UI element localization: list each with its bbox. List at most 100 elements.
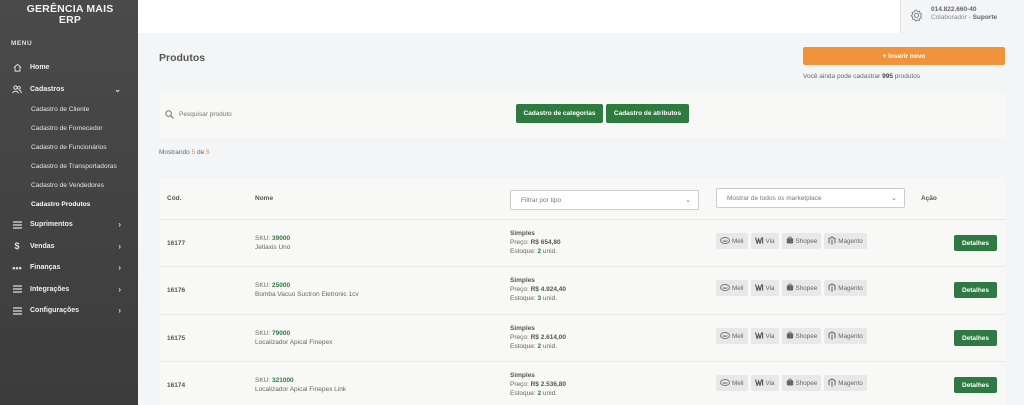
categories-button[interactable]: Cadastro de categorias bbox=[516, 104, 603, 123]
sidebar-item-cadastros[interactable]: Cadastros ⌄ bbox=[0, 79, 138, 101]
sidebar-item-label: Suprimentos bbox=[30, 221, 73, 229]
marketplace-label: Via bbox=[765, 284, 775, 292]
marketplace-badge-shopee[interactable]: Shopee bbox=[781, 280, 822, 296]
marketplace-badge-meli[interactable]: Meli bbox=[716, 375, 748, 391]
product-code: 16177 bbox=[167, 240, 186, 247]
marketplace-badge-via[interactable]: Via bbox=[750, 233, 779, 249]
marketplace-badge-shopee[interactable]: Shopee bbox=[781, 328, 822, 344]
marketplace-label: Meli bbox=[732, 332, 744, 340]
marketplace-label: Shopee bbox=[795, 237, 818, 245]
price-value: R$ 654,80 bbox=[530, 239, 561, 246]
brand-logo[interactable]: GERÊNCIA MAIS ERP bbox=[14, 4, 126, 26]
marketplace-badge-meli[interactable]: Meli bbox=[716, 280, 748, 296]
price-value: R$ 4.924,40 bbox=[530, 286, 567, 293]
meli-icon bbox=[720, 236, 732, 246]
product-sku: SKU: 321000 bbox=[255, 377, 294, 384]
sidebar-item-integracoes[interactable]: Integrações › bbox=[0, 279, 138, 301]
details-button[interactable]: Detalhes bbox=[954, 377, 997, 393]
magento-icon bbox=[828, 282, 838, 294]
product-type: Simples bbox=[510, 372, 535, 379]
user-role-prefix: Colaborador - bbox=[931, 14, 973, 21]
stock-unit: unid. bbox=[541, 390, 557, 397]
stock-label: Estoque: bbox=[510, 248, 538, 255]
marketplace-badge-magento[interactable]: Magento bbox=[824, 375, 867, 391]
marketplace-filter-value: Mostrar de todos os marketplace bbox=[727, 194, 822, 202]
stock-label: Estoque: bbox=[510, 295, 538, 302]
sidebar-item-label: Home bbox=[30, 64, 50, 72]
product-name: Localizador Apical Finepex bbox=[255, 339, 333, 346]
sidebar-item-configuracoes[interactable]: Configurações › bbox=[0, 300, 138, 322]
sidebar-item-vendas[interactable]: $ Vendas › bbox=[0, 236, 138, 258]
sidebar-item-label: Configurações bbox=[30, 307, 80, 315]
list-icon bbox=[12, 220, 22, 230]
marketplace-badge-via[interactable]: Via bbox=[750, 375, 779, 391]
showing-total: 5 bbox=[206, 149, 210, 156]
cadastros-submenu: Cadastro de Cliente Cadastro de Forneced… bbox=[0, 100, 138, 214]
sidebar-subitem-vendedores[interactable]: Cadastro de Vendedores bbox=[0, 176, 138, 195]
sku-value: 25000 bbox=[271, 282, 291, 289]
col-header-name: Nome bbox=[255, 195, 274, 202]
sidebar-subitem-cliente[interactable]: Cadastro de Cliente bbox=[0, 100, 138, 119]
home-icon bbox=[12, 63, 22, 73]
stock-label: Estoque: bbox=[510, 390, 538, 397]
marketplace-badge-meli[interactable]: Meli bbox=[716, 328, 748, 344]
marketplace-badge-via[interactable]: Via bbox=[750, 280, 779, 296]
product-stock: Estoque: 2 unid. bbox=[510, 248, 557, 255]
product-type: Simples bbox=[510, 230, 535, 237]
marketplace-badge-shopee[interactable]: Shopee bbox=[781, 375, 822, 391]
sidebar-subitem-funcionarios[interactable]: Cadastro de Funcionários bbox=[0, 138, 138, 157]
marketplace-badge-magento[interactable]: Magento bbox=[824, 328, 867, 344]
meli-icon bbox=[720, 283, 732, 293]
search-input[interactable] bbox=[179, 107, 499, 121]
sidebar-nav: Home Cadastros ⌄ Cadastro de Cliente Cad… bbox=[0, 57, 138, 322]
price-label: Preço: bbox=[510, 381, 531, 388]
marketplace-badge-magento[interactable]: Magento bbox=[824, 280, 867, 296]
product-price: Preço: R$ 2.614,00 bbox=[510, 334, 566, 341]
type-filter-select[interactable]: Filtrar por tipo ⌄ bbox=[510, 190, 699, 210]
sku-value: 321000 bbox=[271, 377, 294, 384]
sidebar: GERÊNCIA MAIS ERP MENU Home Cadastros ⌄ … bbox=[0, 0, 138, 405]
product-name: Localizador Apical Finepex Link bbox=[255, 386, 347, 393]
sidebar-subitem-transportadoras[interactable]: Cadastro de Transportadoras bbox=[0, 157, 138, 176]
sidebar-subitem-fornecedor[interactable]: Cadastro de Fornecedor bbox=[0, 119, 138, 138]
details-button[interactable]: Detalhes bbox=[954, 235, 997, 251]
marketplace-badge-shopee[interactable]: Shopee bbox=[781, 233, 822, 249]
sidebar-item-home[interactable]: Home bbox=[0, 57, 138, 79]
chevron-down-icon: ⌄ bbox=[685, 197, 691, 204]
details-button[interactable]: Detalhes bbox=[954, 330, 997, 346]
marketplace-list: Meli Via Shopee Magento bbox=[716, 233, 867, 249]
attributes-button[interactable]: Cadastro de atributos bbox=[606, 104, 689, 123]
quota-suffix: produtos bbox=[893, 73, 921, 80]
sku-label: SKU: bbox=[255, 235, 272, 242]
product-code: 16175 bbox=[167, 335, 186, 342]
details-button[interactable]: Detalhes bbox=[954, 282, 997, 298]
insert-new-button[interactable]: + Inserir novo bbox=[803, 47, 1005, 65]
marketplace-filter-select[interactable]: Mostrar de todos os marketplace ⌄ bbox=[716, 188, 905, 208]
table-row: 16174 SKU: 321000 Localizador Apical Finep… bbox=[159, 361, 1005, 405]
user-menu[interactable]: 014.822.660-40 Colaborador - Suporte bbox=[900, 0, 1024, 33]
product-price: Preço: R$ 2.536,80 bbox=[510, 381, 566, 388]
chevron-right-icon: › bbox=[118, 284, 121, 294]
showing-mid: de bbox=[195, 149, 206, 156]
search-icon bbox=[165, 110, 174, 119]
marketplace-badge-magento[interactable]: Magento bbox=[824, 233, 867, 249]
marketplace-badge-via[interactable]: Via bbox=[750, 328, 779, 344]
chevron-down-icon: ⌄ bbox=[114, 84, 121, 94]
sidebar-subitem-produtos[interactable]: Cadastro Produtos bbox=[0, 195, 138, 214]
stock-label: Estoque: bbox=[510, 343, 538, 350]
marketplace-label: Meli bbox=[732, 379, 744, 387]
sidebar-item-financas[interactable]: ••• Finanças › bbox=[0, 257, 138, 279]
sidebar-item-suprimentos[interactable]: Suprimentos › bbox=[0, 214, 138, 236]
stock-unit: unid. bbox=[541, 295, 557, 302]
product-stock: Estoque: 2 unid. bbox=[510, 390, 557, 397]
col-header-code: Cód. bbox=[167, 195, 182, 202]
price-label: Preço: bbox=[510, 286, 531, 293]
table-row: 16177 SKU: 39000 Jetlaxis Uno Simples Preço:… bbox=[159, 219, 1005, 266]
magento-icon bbox=[828, 377, 838, 389]
shopee-icon bbox=[786, 283, 796, 293]
sidebar-item-label: Integrações bbox=[30, 285, 70, 293]
marketplace-badge-meli[interactable]: Meli bbox=[716, 233, 748, 249]
gear-icon[interactable] bbox=[910, 9, 923, 22]
marketplace-label: Via bbox=[765, 379, 775, 387]
marketplace-label: Via bbox=[765, 332, 775, 340]
